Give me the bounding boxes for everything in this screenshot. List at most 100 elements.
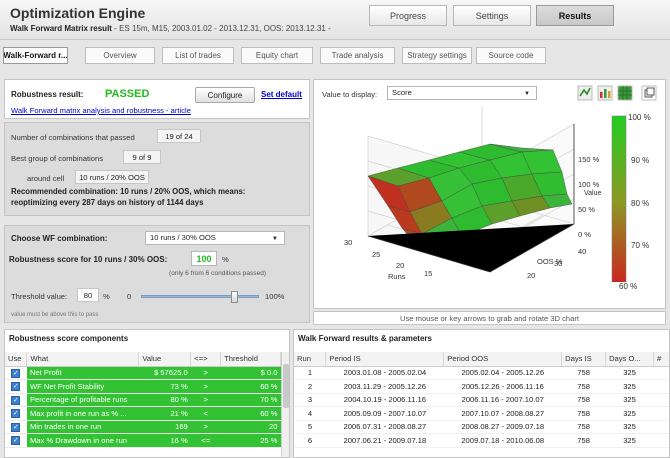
- col-number[interactable]: #: [653, 352, 669, 367]
- use-checkbox[interactable]: ✓: [11, 409, 21, 419]
- use-checkbox[interactable]: ✓: [11, 382, 21, 392]
- col-days-is[interactable]: Days IS: [561, 352, 607, 367]
- tab-trade-analysis[interactable]: Trade analysis: [320, 47, 395, 64]
- z-axis-label: Value: [584, 190, 601, 197]
- use-checkbox[interactable]: ✓: [11, 395, 21, 405]
- col-use[interactable]: Use: [5, 352, 28, 367]
- app-title: Optimization Engine: [10, 5, 146, 21]
- table-row[interactable]: ✓ WF Net Profit Stability 73 % > 60 %: [5, 379, 281, 394]
- tab-walk-forward[interactable]: Walk-Forward r...: [3, 47, 68, 64]
- value-to-display-select[interactable]: Score ▼: [387, 86, 537, 100]
- threshold-input[interactable]: 80: [77, 288, 99, 302]
- table-row[interactable]: ✓ Max profit in one run as % ... 21 % < …: [5, 406, 281, 421]
- component-operator: <: [190, 406, 221, 421]
- results-button[interactable]: Results: [536, 5, 614, 26]
- runs-tick-15: 15: [424, 269, 432, 278]
- bar-view-icon[interactable]: [597, 85, 613, 101]
- score-components-scrollbar[interactable]: [281, 352, 289, 457]
- tab-equity-chart[interactable]: Equity chart: [241, 47, 313, 64]
- article-link[interactable]: Walk Forward matrix analysis and robustn…: [11, 106, 191, 115]
- around-cell-value: 10 runs / 20% OOS: [75, 170, 149, 184]
- col-days-oos[interactable]: Days O...: [605, 352, 655, 367]
- table-row[interactable]: ✓ Percentage of profitable runs 80 % > 7…: [5, 393, 281, 407]
- wf-period-is: 2007.06.21 - 2009.07.18: [325, 433, 444, 448]
- col-threshold[interactable]: Threshold: [220, 352, 281, 367]
- tab-list-of-trades[interactable]: List of trades: [162, 47, 234, 64]
- configure-button[interactable]: Configure: [195, 87, 255, 103]
- robustness-status: PASSED: [105, 88, 150, 100]
- wf-combination-select[interactable]: 10 runs / 30% OOS ▼: [145, 231, 285, 245]
- use-checkbox[interactable]: ✓: [11, 422, 21, 432]
- component-value: 169: [138, 420, 191, 434]
- set-default-link[interactable]: Set default: [261, 90, 302, 99]
- threshold-slider-thumb[interactable]: [230, 291, 238, 303]
- z-tick-50: 50 %: [578, 205, 595, 214]
- copy-icon[interactable]: [641, 85, 657, 101]
- col-operator[interactable]: <=>: [190, 352, 222, 367]
- app-subtitle: Walk Forward Matrix result - ES 15m, M15…: [10, 24, 331, 33]
- component-what: Min trades in one run: [26, 420, 139, 434]
- col-period-is[interactable]: Period IS: [325, 352, 445, 367]
- table-row[interactable]: ✓ Min trades in one run 169 > 20: [5, 420, 281, 434]
- value-to-display-label: Value to display:: [322, 90, 378, 99]
- wf-days-is: 758: [561, 420, 606, 434]
- wf-days-is: 758: [561, 406, 606, 421]
- use-checkbox[interactable]: ✓: [11, 368, 21, 378]
- table-row[interactable]: 6 2007.06.21 - 2009.07.18 2009.07.18 - 2…: [294, 433, 669, 448]
- wf-combination-value: 10 runs / 30% OOS: [150, 233, 216, 242]
- runs-axis-label: Runs: [388, 272, 406, 281]
- wf-run: 5: [294, 420, 326, 434]
- tab-source-code[interactable]: Source code: [476, 47, 546, 64]
- tab-strategy-settings[interactable]: Strategy settings: [402, 47, 472, 64]
- wf-period-oos: 2006.11.16 - 2007.10.07: [443, 393, 562, 407]
- component-operator: <=: [190, 433, 221, 448]
- col-period-oos[interactable]: Period OOS: [443, 352, 563, 367]
- table-row[interactable]: 5 2006.07.31 - 2008.08.27 2008.08.27 - 2…: [294, 420, 669, 434]
- subtitle-bold: Walk Forward Matrix result: [10, 24, 112, 33]
- wf-period-oos: 2005.02.04 - 2005.12.26: [443, 366, 562, 380]
- legend-tick-80: 80 %: [631, 199, 649, 208]
- combinations-panel: Number of combinations that passed 19 of…: [4, 122, 310, 216]
- chevron-down-icon: ▼: [524, 91, 530, 97]
- value-to-display-value: Score: [392, 88, 412, 97]
- table-row[interactable]: 3 2004.10.19 - 2006.11.16 2006.11.16 - 2…: [294, 393, 669, 407]
- component-threshold: $ 0.0: [220, 366, 281, 380]
- chart-hint: Use mouse or key arrows to grab and rota…: [313, 311, 666, 325]
- score-label: Robustness score for 10 runs / 30% OOS:: [9, 255, 168, 264]
- grid-view-icon[interactable]: [617, 85, 633, 101]
- wf-results-title: Walk Forward results & parameters: [298, 334, 432, 343]
- wf-days-oos: 325: [605, 366, 654, 380]
- use-checkbox[interactable]: ✓: [11, 436, 21, 446]
- component-threshold: 60 %: [220, 379, 281, 394]
- col-what[interactable]: What: [26, 352, 140, 367]
- table-row[interactable]: ✓ Max % Drawdown in one run 16 % <= 25 %: [5, 433, 281, 448]
- score-components-panel: Robustness score components Use What Val…: [4, 329, 290, 458]
- surface-view-icon[interactable]: [577, 85, 593, 101]
- component-what: Max profit in one run as % ...: [26, 406, 139, 421]
- wf-days-oos: 325: [605, 406, 654, 421]
- scrollbar-thumb[interactable]: [283, 364, 289, 408]
- tab-overview[interactable]: Overview: [85, 47, 155, 64]
- progress-button[interactable]: Progress: [369, 5, 447, 26]
- component-value: 21 %: [138, 406, 191, 421]
- wf-period-oos: 2005.12.26 - 2006.11.16: [443, 379, 562, 394]
- table-row[interactable]: ✓ Net Profit $ 57625.0 > $ 0.0: [5, 366, 281, 380]
- wf-period-oos: 2008.08.27 - 2009.07.18: [443, 420, 562, 434]
- surface-3d-chart[interactable]: 150 % 100 % Value 50 % 0 % 30 25 20 15 R…: [322, 106, 662, 282]
- wf-days-oos: 325: [605, 433, 654, 448]
- table-row[interactable]: 1 2003.01.08 - 2005.02.04 2005.02.04 - 2…: [294, 366, 669, 380]
- col-run[interactable]: Run: [294, 352, 327, 367]
- threshold-slider[interactable]: [141, 291, 259, 303]
- table-row[interactable]: 4 2005.09.09 - 2007.10.07 2007.10.07 - 2…: [294, 406, 669, 421]
- score-unit: %: [222, 255, 229, 264]
- table-row[interactable]: 2 2003.11.29 - 2005.12.26 2005.12.26 - 2…: [294, 379, 669, 394]
- component-value: 73 %: [138, 379, 191, 394]
- choose-wf-label: Choose WF combination:: [11, 234, 108, 243]
- col-value[interactable]: Value: [138, 352, 192, 367]
- wf-days-is: 758: [561, 393, 606, 407]
- wf-period-is: 2003.01.08 - 2005.02.04: [325, 366, 444, 380]
- recommendation-line-2: reoptimizing every 287 days on history o…: [11, 198, 204, 207]
- legend-tick-70: 70 %: [631, 241, 649, 250]
- wf-period-is: 2006.07.31 - 2008.08.27: [325, 420, 444, 434]
- settings-button[interactable]: Settings: [453, 5, 531, 26]
